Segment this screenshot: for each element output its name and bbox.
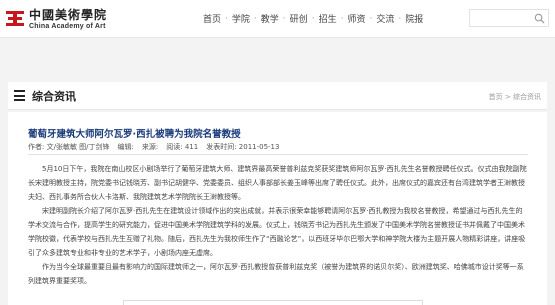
nav-item-research[interactable]: 研创 — [290, 12, 308, 25]
nav-separator: · — [398, 13, 402, 24]
nav-separator: · — [282, 13, 286, 24]
search-box — [469, 9, 549, 31]
main-nav: 首页 · 学院 · 教学 · 研创 · 招生 · 师资 · 交流 · 院报 — [203, 12, 423, 26]
section-header: 综合资讯 首页 > 综合资讯 — [8, 82, 547, 110]
site-logo[interactable]: 中國美術學院 China Academy of Art — [6, 8, 107, 30]
logo-cn-text: 中國美術學院 — [29, 7, 108, 22]
article-date: 发表时间: 2011-05-13 — [206, 143, 280, 151]
search-input[interactable] — [470, 14, 532, 31]
nav-separator: · — [340, 13, 344, 24]
article-views: 阅读: 411 — [166, 143, 199, 151]
meta-divider — [28, 154, 528, 155]
logo-en-text: China Academy of Art — [29, 22, 106, 30]
article-paragraph: 宋建明副院长介绍了阿尔瓦罗·西扎先生在建筑设计领域作出的突出成就，并表示很荣幸能… — [28, 207, 526, 257]
embedded-image-frame — [123, 300, 423, 305]
nav-item-teaching[interactable]: 教学 — [261, 12, 279, 25]
search-icon[interactable] — [534, 13, 545, 24]
article-container: 葡萄牙建筑大师阿尔瓦罗·西扎被聘为我院名誉教授 作者: 文/张敏敏 图/丁剑锋 … — [8, 112, 547, 305]
article-editor: 编辑: — [117, 143, 134, 151]
article-source: 来源: — [141, 143, 159, 151]
nav-item-home[interactable]: 首页 — [203, 12, 221, 25]
nav-item-exchange[interactable]: 交流 — [376, 12, 394, 25]
breadcrumb[interactable]: 首页 > 综合资讯 — [489, 92, 541, 102]
logo-emblem-icon — [6, 10, 24, 28]
list-icon — [14, 90, 25, 101]
article-body: 5月10日下午，我院在南山校区小剧场举行了葡萄牙建筑大师、建筑界最高荣誉普利兹克… — [28, 162, 528, 288]
article-title: 葡萄牙建筑大师阿尔瓦罗·西扎被聘为我院名誉教授 — [28, 129, 241, 140]
article-paragraph: 作为当今全球最重要且最有影响力的国际建筑师之一，阿尔瓦罗·西扎教授曾获普利兹克奖… — [28, 263, 524, 285]
article-author: 作者: 文/张敏敏 图/丁剑锋 — [28, 143, 110, 151]
nav-separator: · — [369, 13, 373, 24]
nav-separator: · — [253, 13, 257, 24]
nav-item-faculty[interactable]: 师资 — [347, 12, 365, 25]
nav-item-admission[interactable]: 招生 — [319, 12, 337, 25]
article-meta: 作者: 文/张敏敏 图/丁剑锋 编辑: 来源: 阅读: 411 发表时间: 20… — [28, 142, 279, 152]
nav-separator: · — [311, 13, 315, 24]
nav-item-college[interactable]: 学院 — [232, 12, 250, 25]
nav-separator: · — [225, 13, 228, 24]
section-title: 综合资讯 — [32, 90, 76, 103]
nav-item-newspaper[interactable]: 院报 — [405, 12, 423, 25]
site-header: 中國美術學院 China Academy of Art 首页 · 学院 · 教学… — [0, 0, 555, 38]
article-paragraph: 5月10日下午，我院在南山校区小剧场举行了葡萄牙建筑大师、建筑界最高荣誉普利兹克… — [28, 165, 527, 201]
